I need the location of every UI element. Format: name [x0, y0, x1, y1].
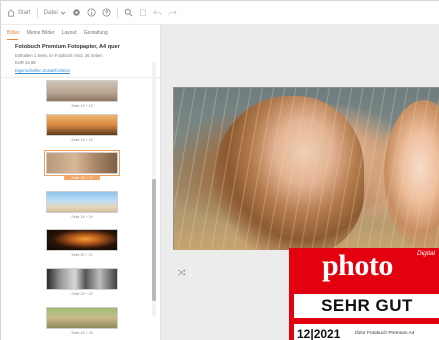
search-button[interactable]: [124, 8, 133, 17]
badge-issue-text: Ifolor Fotobuch Premium A4: [355, 331, 415, 336]
home-icon: [7, 8, 15, 17]
file-menu[interactable]: Datei: [44, 10, 66, 16]
toolbar: Start Datei: [1, 1, 439, 25]
tab-layout[interactable]: Layout: [62, 30, 77, 36]
home-label: Start: [18, 9, 31, 16]
tab-meine-bilder[interactable]: Meine Bilder: [27, 30, 55, 36]
product-link[interactable]: Eigenschaften Zusatzfunktion: [15, 68, 70, 73]
gear-icon: [72, 9, 80, 16]
badge-rating-box: SEHR GUT: [294, 294, 439, 318]
thumbnail-image: [46, 114, 118, 136]
thumbnail-label: Seite 22 + 23: [71, 292, 93, 296]
thumbnail-image: [46, 307, 118, 329]
app-window: Start Datei Bilder Meine Bilder Layout G…: [0, 0, 439, 340]
thumbnail-label: Seite 16 + 17: [64, 176, 100, 180]
page-thumbnail[interactable]: Seite 18 + 19: [46, 191, 118, 219]
file-label: Datei: [43, 9, 58, 16]
page-thumbnail[interactable]: Seite 20 + 21: [46, 229, 118, 257]
active-tab-indicator: [7, 39, 18, 40]
page-thumbnail[interactable]: Seite 12 + 13: [46, 80, 118, 108]
photo-grass-overlay: [174, 88, 439, 250]
test-award-badge: Digital photo SEHR GUT 12|2021 Ifolor Fo…: [289, 248, 439, 340]
page-thumbnail[interactable]: Seite 24 + 25: [46, 307, 118, 335]
toolbar-divider: [116, 7, 118, 18]
copy-icon: [139, 9, 146, 17]
badge-issue: 12|2021: [297, 327, 341, 340]
product-price: EUR 34,99: [15, 60, 36, 65]
page-thumbnail-list: Seite 12 + 13 Seite 14 + 15 Seite 16 + 1…: [1, 78, 151, 340]
tab-gestaltung[interactable]: Gestaltung: [84, 30, 108, 36]
sidebar-tabs: Bilder Meine Bilder Layout Gestaltung: [7, 30, 108, 36]
thumbnail-label: Seite 20 + 21: [71, 253, 93, 257]
badge-rating: SEHR GUT: [321, 296, 413, 315]
shuffle-button[interactable]: [175, 266, 187, 278]
redo-icon: [168, 10, 177, 16]
help-button[interactable]: [102, 8, 111, 17]
redo-button[interactable]: [168, 8, 177, 17]
search-icon: [124, 8, 133, 17]
toolbar-divider: [36, 7, 38, 18]
sidebar: Bilder Meine Bilder Layout Gestaltung Fo…: [1, 25, 161, 340]
page-thumbnail[interactable]: Seite 14 + 15: [46, 114, 118, 142]
product-subtitle: Enthalten 1 Seite, im Fotobuch mind. 26 …: [15, 53, 103, 58]
shuffle-icon: [177, 269, 186, 275]
chevron-down-icon: [60, 11, 66, 15]
home-button[interactable]: Start: [7, 8, 31, 17]
page-thumbnail[interactable]: Seite 22 + 23: [46, 268, 118, 296]
help-icon: [102, 8, 111, 17]
tab-bilder[interactable]: Bilder: [7, 30, 20, 36]
thumbnail-label: Seite 24 + 25: [71, 331, 93, 335]
thumbnail-image: [44, 150, 120, 176]
badge-brand: photo: [322, 249, 393, 282]
badge-issue-strip: 12|2021 Ifolor Fotobuch Premium A4: [294, 324, 439, 340]
thumbnail-image: [46, 268, 118, 290]
thumbnail-image: [46, 229, 118, 251]
thumbnail-label: Seite 14 + 15: [71, 138, 93, 142]
thumbnail-label: Seite 18 + 19: [71, 215, 93, 219]
sidebar-scrollbar-thumb[interactable]: [152, 179, 156, 301]
thumbnail-image: [46, 191, 118, 213]
page-thumbnail-selected[interactable]: Seite 16 + 17: [44, 150, 120, 180]
info-button[interactable]: [87, 8, 96, 17]
copy-button[interactable]: [139, 8, 147, 17]
thumbnail-label: Seite 12 + 13: [71, 104, 93, 108]
undo-icon: [153, 10, 162, 16]
settings-button[interactable]: [72, 8, 81, 17]
info-icon: [87, 8, 96, 17]
page-photo[interactable]: [173, 87, 439, 250]
product-title: Fotobuch Premium Fotopapier, A4 quer: [15, 44, 120, 50]
badge-digital-label: Digital: [417, 250, 436, 257]
undo-button[interactable]: [153, 8, 162, 17]
thumbnail-image: [46, 80, 118, 102]
